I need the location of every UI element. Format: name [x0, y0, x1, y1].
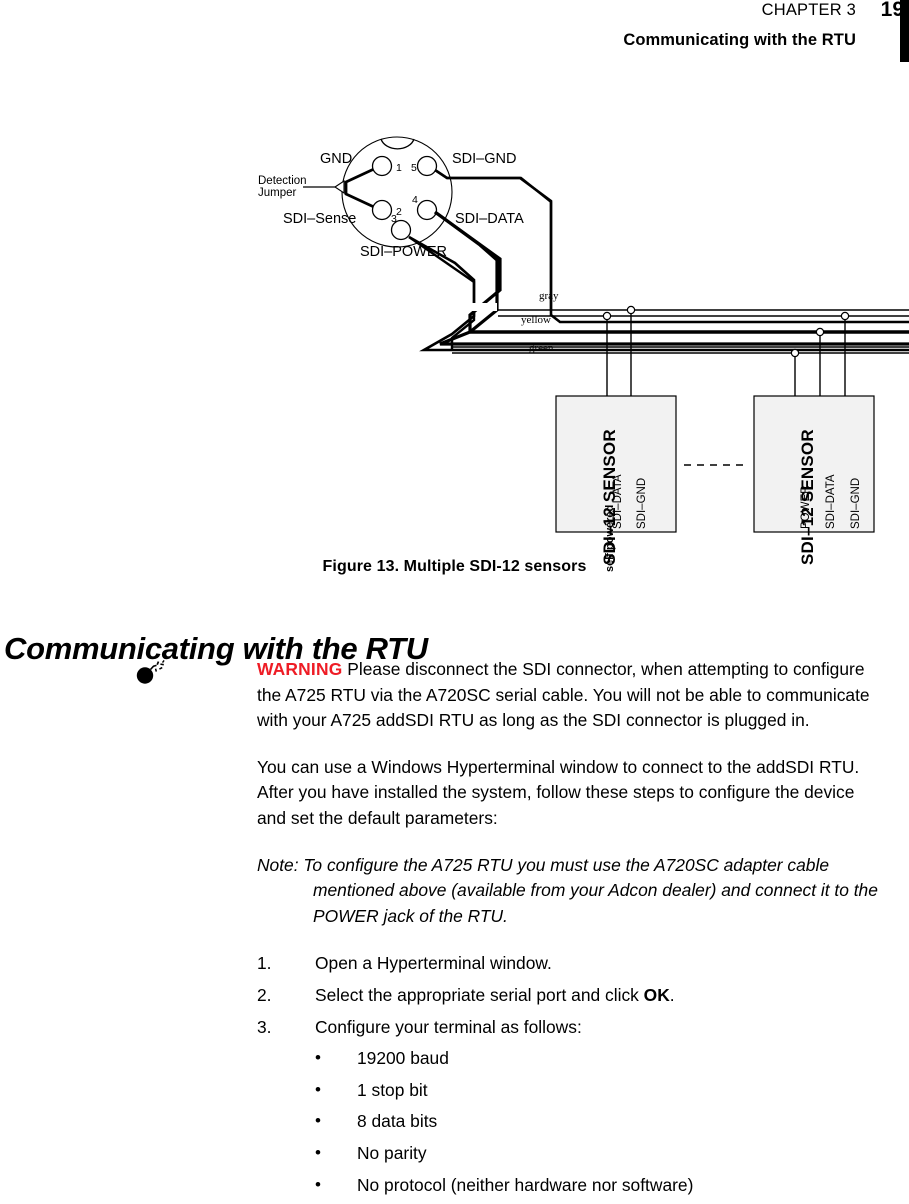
list-item: • No parity	[257, 1141, 879, 1167]
figure-multiple-sdi12-sensors: 1 2 3 4 5 GND SDI–GND Detection Jumper S…	[0, 120, 909, 590]
note-paragraph: Note: To configure the A725 RTU you must…	[257, 853, 879, 930]
figure-diagram-svg: 1 2 3 4 5	[0, 136, 909, 533]
header-page-number: 19	[880, 0, 904, 21]
svg-text:5: 5	[411, 162, 417, 174]
sensor-right-terminal-2: SDI–GND	[850, 477, 862, 529]
terminal-options-list: • 19200 baud • 1 stop bit • 8 data bits • No…	[257, 1046, 879, 1198]
step-text: Open a Hyperterminal window.	[315, 953, 552, 974]
note-label: Note:	[257, 854, 299, 875]
bullet-glyph: •	[315, 1111, 321, 1131]
step-text: Select the appropriate serial port and c…	[315, 984, 644, 1005]
sensor-left-terminal-0: SDI–DATA	[612, 474, 624, 529]
header-running-title: Communicating with the RTU	[623, 31, 856, 49]
figure-caption: Figure 13. Multiple SDI-12 sensors	[322, 558, 587, 575]
bomb-icon	[136, 660, 165, 684]
list-item: 1. Open a Hyperterminal window.	[257, 951, 879, 977]
steps-list: 1. Open a Hyperterminal window. 2. Select …	[257, 951, 879, 1040]
option-text: 1 stop bit	[357, 1079, 428, 1100]
option-text: No parity	[357, 1142, 427, 1163]
step-number: 3.	[257, 1016, 272, 1037]
label-sdi-power: SDI–POWER	[360, 244, 448, 260]
list-item: • 1 stop bit	[257, 1078, 879, 1104]
option-text: 8 data bits	[357, 1111, 438, 1132]
list-item: • 8 data bits	[257, 1109, 879, 1135]
sensor-right-terminal-1: SDI–DATA	[825, 474, 837, 529]
sensor-right-terminal-0: POWER	[800, 485, 812, 529]
connector-wires	[408, 168, 909, 352]
option-text: 19200 baud	[357, 1048, 449, 1069]
page-header: CHAPTER 3 19 Communicating with the RTU	[0, 0, 909, 62]
list-item: • No protocol (neither hardware nor softw…	[257, 1173, 879, 1199]
bullet-glyph: •	[315, 1142, 321, 1162]
label-detection-jumper: Detection Jumper	[258, 175, 307, 199]
intro-paragraph: You can use a Windows Hyperterminal wind…	[257, 756, 860, 828]
svg-text:3: 3	[391, 213, 397, 225]
label-sdi-data: SDI–DATA	[455, 211, 524, 227]
svg-text:4: 4	[412, 194, 418, 206]
header-vertical-rule	[900, 0, 909, 62]
sensor-left-terminal-1: SDI–GND	[636, 477, 648, 529]
list-item: 2. Select the appropriate serial port and…	[257, 983, 879, 1009]
step-text: Configure your terminal as follows:	[315, 1016, 582, 1037]
warning-label: WARNING	[257, 659, 343, 679]
wire-label-yellow: yellow	[521, 314, 551, 326]
step-emphasis-ok: OK	[643, 984, 670, 1005]
svg-text:2: 2	[396, 206, 402, 218]
list-item: • 19200 baud	[257, 1046, 879, 1072]
wire-label-green: green	[529, 342, 554, 354]
header-chapter-label: CHAPTER 3	[761, 1, 856, 19]
svg-text:1: 1	[396, 162, 402, 174]
bullet-glyph: •	[315, 1079, 321, 1099]
step-number: 2.	[257, 984, 272, 1005]
step-text-tail: .	[669, 984, 675, 1005]
list-item: 3. Configure your terminal as follows:	[257, 1015, 879, 1041]
label-gnd: GND	[320, 151, 353, 167]
detection-jumper-line2: Jumper	[258, 187, 297, 199]
label-sdi-gnd: SDI–GND	[452, 151, 517, 167]
note-text: To configure the A725 RTU you must use t…	[298, 854, 878, 926]
detection-jumper-line1: Detection	[258, 175, 307, 187]
warning-text: Please disconnect the SDI connector, whe…	[257, 659, 870, 731]
step-number: 1.	[257, 953, 272, 974]
wire-label-gray: gray	[539, 290, 559, 302]
body-content: WARNING Please disconnect the SDI connec…	[257, 657, 879, 1204]
label-sdi-sense: SDI–Sense	[283, 211, 357, 227]
option-text: No protocol (neither hardware nor softwa…	[357, 1174, 694, 1195]
warning-paragraph: WARNING Please disconnect the SDI connec…	[257, 657, 879, 734]
bullet-glyph: •	[315, 1048, 321, 1068]
bullet-glyph: •	[315, 1174, 321, 1194]
